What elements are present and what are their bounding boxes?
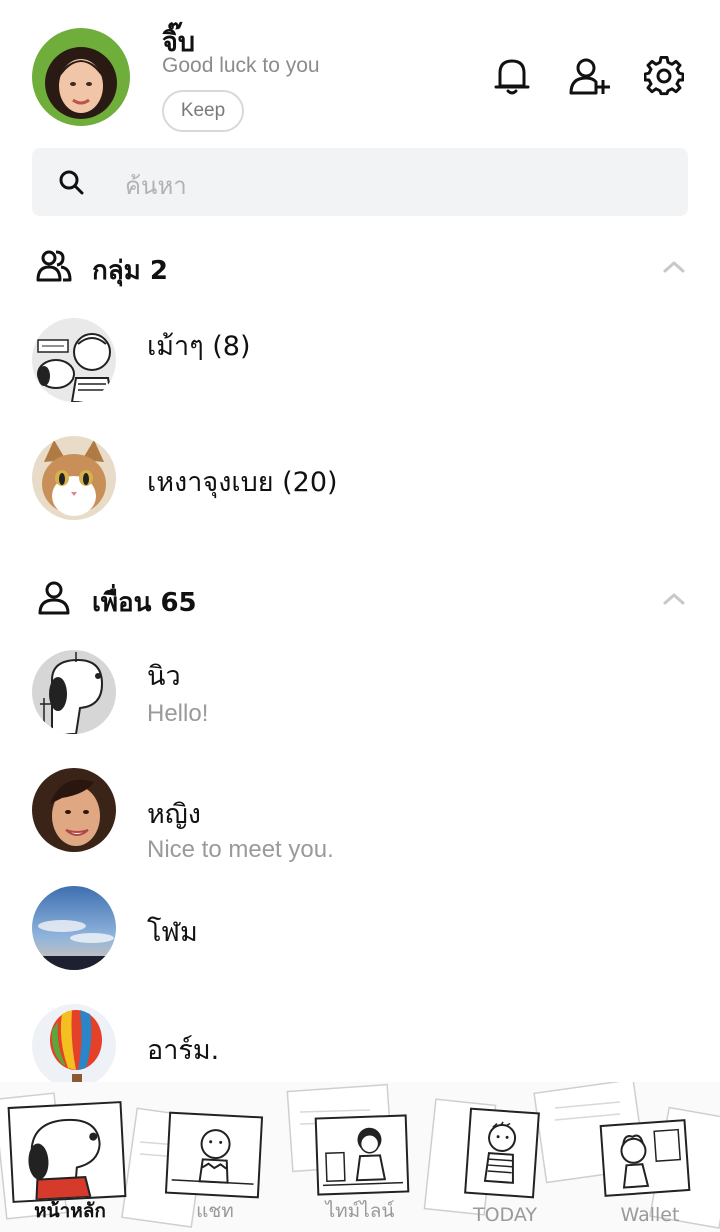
friend-name: โฬม <box>147 917 198 948</box>
friend-avatar <box>32 886 116 970</box>
friend-avatar <box>32 1004 116 1088</box>
friend-row[interactable]: โฬม <box>0 886 720 1006</box>
nav-chat[interactable]: แชท <box>145 1082 285 1232</box>
group-name: เม้าๆ (8) <box>147 331 251 362</box>
search-icon <box>58 169 84 195</box>
group-name: เหงาจุงเบย (20) <box>147 467 338 498</box>
nav-today[interactable]: TODAY <box>435 1082 575 1232</box>
gear-icon[interactable] <box>642 54 686 98</box>
friend-avatar <box>32 768 116 852</box>
bottom-navigation: หน้าหลัก แชท ไทม์ไลน์ TODAY Wallet <box>0 1082 720 1232</box>
groups-section-header[interactable]: กลุ่ม 2 <box>0 240 720 292</box>
sally-wallet-icon <box>599 1119 691 1197</box>
friend-row[interactable]: นิว Hello! <box>0 650 720 770</box>
group-avatar <box>32 436 116 520</box>
friend-icon <box>36 580 72 616</box>
nav-timeline-label: ไทม์ไลน์ <box>325 1200 395 1222</box>
profile-avatar[interactable] <box>32 28 130 126</box>
snoopy-home-icon <box>7 1101 127 1203</box>
search-bar[interactable]: ค้นหา <box>32 148 688 216</box>
chevron-up-icon[interactable] <box>660 254 688 278</box>
friend-name: หญิง <box>147 799 201 830</box>
nav-timeline[interactable]: ไทม์ไลน์ <box>290 1082 430 1232</box>
group-row[interactable]: เหงาจุงเบย (20) <box>0 436 720 556</box>
add-friend-icon[interactable] <box>568 54 612 98</box>
profile-header: จิ๊บ Good luck to you Keep <box>0 0 720 140</box>
chevron-up-icon[interactable] <box>660 586 688 610</box>
bell-icon[interactable] <box>490 54 534 98</box>
friends-section-header[interactable]: เพื่อน 65 <box>0 572 720 624</box>
group-avatar <box>32 318 116 402</box>
charlie-brown-chat-icon <box>164 1111 264 1199</box>
lucy-timeline-icon <box>314 1114 410 1196</box>
profile-status-message[interactable]: Good luck to you <box>162 54 320 78</box>
friend-avatar <box>32 650 116 734</box>
friend-status-message: Nice to meet you. <box>147 836 334 863</box>
nav-chat-label: แชท <box>196 1200 234 1222</box>
nav-today-label: TODAY <box>473 1204 537 1226</box>
nav-home-label: หน้าหลัก <box>34 1200 106 1222</box>
nav-home[interactable]: หน้าหลัก <box>0 1082 140 1232</box>
linus-today-icon <box>464 1107 540 1199</box>
group-icon <box>36 248 72 284</box>
friend-status-message: Hello! <box>147 700 209 727</box>
group-row[interactable]: เม้าๆ (8) <box>0 318 720 438</box>
friend-row[interactable]: หญิง Nice to meet you. <box>0 768 720 888</box>
friends-title: เพื่อน 65 <box>92 588 197 618</box>
nav-wallet[interactable]: Wallet <box>580 1082 720 1232</box>
friend-name: อาร์ม. <box>147 1035 220 1066</box>
search-input[interactable]: ค้นหา <box>125 166 187 205</box>
keep-button[interactable]: Keep <box>162 90 244 132</box>
friend-name: นิว <box>147 661 181 692</box>
nav-wallet-label: Wallet <box>620 1204 680 1226</box>
groups-title: กลุ่ม 2 <box>92 256 168 286</box>
